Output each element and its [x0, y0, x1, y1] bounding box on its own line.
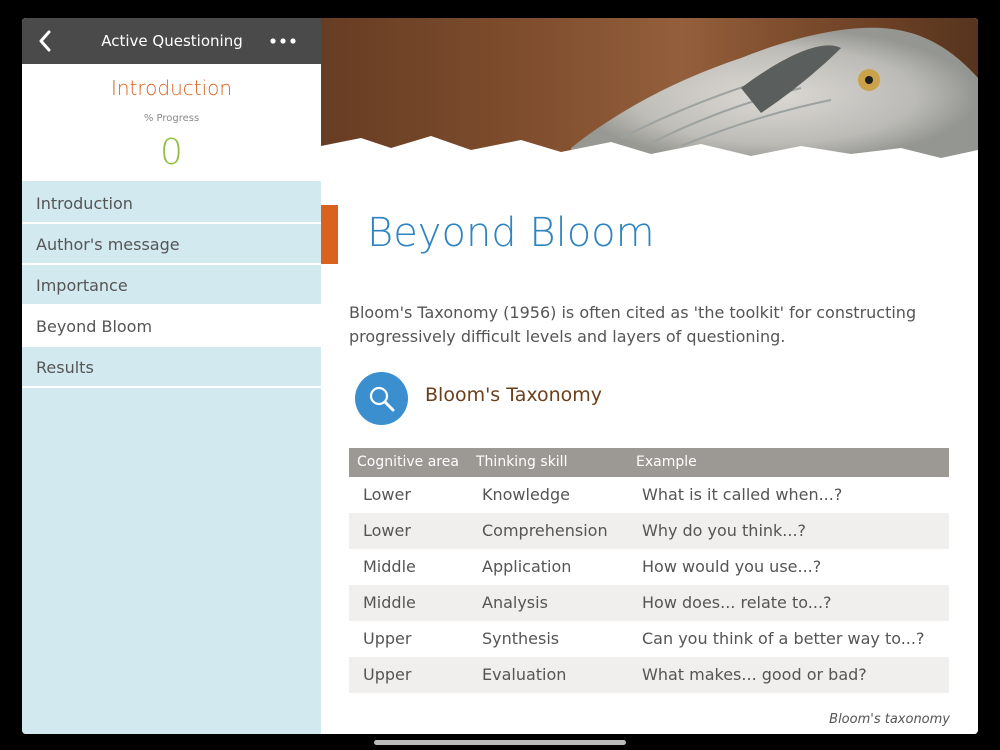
magnifier-icon	[369, 386, 394, 411]
page-title: Beyond Bloom	[367, 210, 655, 256]
column-header-example: Example	[636, 454, 697, 470]
home-indicator[interactable]	[374, 740, 626, 745]
table-cell: Evaluation	[482, 665, 567, 684]
table-header: Cognitive area Thinking skill Example	[349, 448, 949, 477]
table-cell: What makes... good or bad?	[642, 665, 867, 684]
table-cell: How would you use...?	[642, 557, 822, 576]
table-cell: Can you think of a better way to...?	[642, 629, 925, 648]
more-horizontal-icon	[270, 38, 296, 44]
sidebar-item-beyond-bloom[interactable]: Beyond Bloom	[22, 306, 321, 347]
sidebar-item-importance[interactable]: Importance	[22, 265, 321, 306]
intro-paragraph: Bloom's Taxonomy (1956) is often cited a…	[349, 303, 917, 346]
table-row: Lower Comprehension Why do you think...?	[349, 513, 949, 549]
sidebar-item-introduction[interactable]: Introduction	[22, 183, 321, 224]
sidebar-item-results[interactable]: Results	[22, 347, 321, 388]
more-button[interactable]	[265, 26, 301, 56]
progress-section-title: Introduction	[110, 76, 233, 100]
table-row: Lower Knowledge What is it called when..…	[349, 477, 949, 513]
table-cell: Knowledge	[482, 485, 570, 504]
table-cell: Synthesis	[482, 629, 560, 648]
table-cell: Upper	[363, 665, 412, 684]
column-header-thinking-skill: Thinking skill	[476, 454, 568, 470]
taxonomy-table: Cognitive area Thinking skill Example Lo…	[349, 448, 949, 693]
sidebar: Active Questioning Introduction % Progre…	[22, 18, 321, 734]
progress-value: 0	[160, 132, 183, 173]
top-bar: Active Questioning	[22, 18, 321, 64]
table-row: Upper Evaluation What makes... good or b…	[349, 657, 949, 693]
table-row: Upper Synthesis Can you think of a bette…	[349, 621, 949, 657]
section-icon	[355, 372, 408, 425]
title-accent-bar	[321, 205, 338, 264]
app-screen: Active Questioning Introduction % Progre…	[22, 18, 978, 734]
table-cell: How does... relate to...?	[642, 593, 832, 612]
table-cell: Lower	[363, 521, 411, 540]
table-cell: Application	[482, 557, 572, 576]
table-cell: Lower	[363, 485, 411, 504]
table-cell: What is it called when...?	[642, 485, 843, 504]
progress-panel: Introduction % Progress 0	[22, 64, 321, 181]
table-cell: Analysis	[482, 593, 548, 612]
back-button[interactable]	[30, 26, 60, 56]
progress-label: % Progress	[143, 113, 200, 124]
sidebar-nav: Introduction Author's message Importance…	[22, 183, 321, 388]
header-banner-image	[321, 18, 978, 163]
app-title: Active Questioning	[101, 32, 243, 50]
table-caption: Bloom's taxonomy	[829, 712, 950, 727]
section-title: Bloom's Taxonomy	[425, 384, 603, 406]
column-header-cognitive-area: Cognitive area	[357, 454, 459, 470]
table-row: Middle Application How would you use...?	[349, 549, 949, 585]
sidebar-item-authors-message[interactable]: Author's message	[22, 224, 321, 265]
table-cell: Why do you think...?	[642, 521, 807, 540]
main-content: Beyond Bloom Bloom's Taxonomy (1956) is …	[321, 18, 978, 734]
table-cell: Upper	[363, 629, 412, 648]
table-row: Middle Analysis How does... relate to...…	[349, 585, 949, 621]
table-cell: Comprehension	[482, 521, 608, 540]
chevron-left-icon	[39, 30, 51, 52]
table-cell: Middle	[363, 557, 416, 576]
table-cell: Middle	[363, 593, 416, 612]
